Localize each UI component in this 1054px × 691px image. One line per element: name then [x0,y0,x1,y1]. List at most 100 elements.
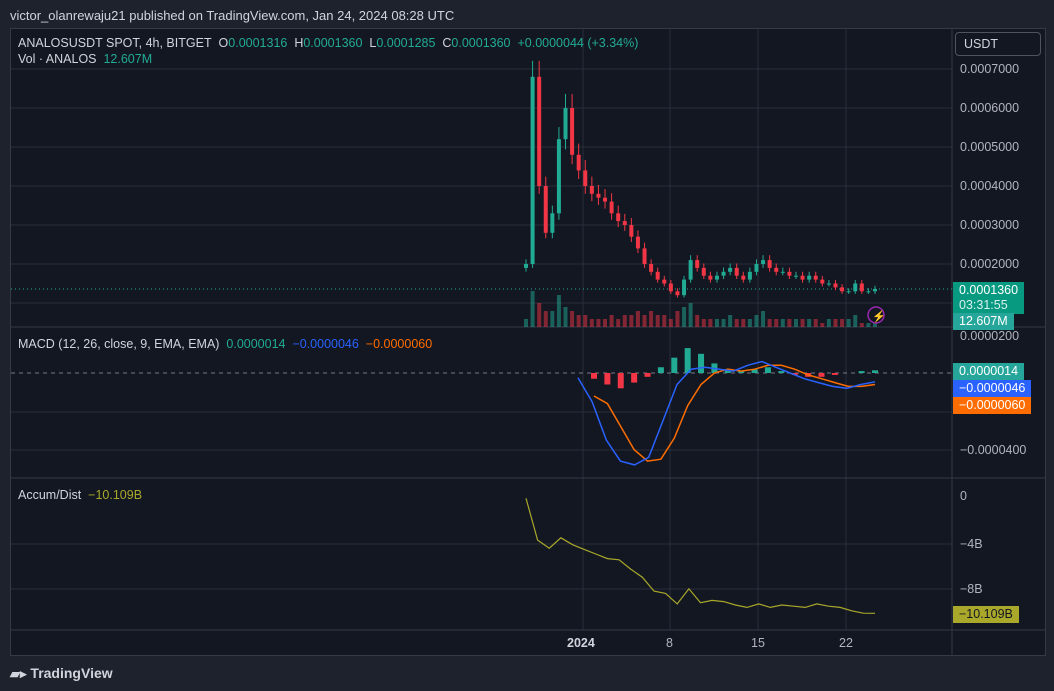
volume-bar [688,303,693,327]
candle-body [734,267,739,276]
macd-histogram-bar [818,373,825,377]
candle-body [873,288,877,292]
candle-body [576,154,581,171]
candle-body [813,275,818,280]
tradingview-logo[interactable]: ▰▸ TradingView [10,665,113,682]
candle-body [695,260,700,268]
ad-legend: Accum/Dist −10.109B [18,488,143,502]
macd-tick: 0.0000200 [960,329,1020,343]
main-legend: ANALOSUSDT SPOT, 4h, BITGET O0.0001316 H… [18,36,639,50]
volume-bar [609,315,614,327]
candle-body [767,260,772,268]
candle-body [675,291,680,296]
currency-button[interactable]: USDT [955,32,1041,56]
candle-body [668,283,673,292]
candle-body [596,193,601,198]
volume-bar [708,319,713,327]
macd-histogram-bar [872,370,878,373]
candle-body [859,283,864,292]
volume-bar [866,323,871,327]
price-tick: 0.0003000 [960,218,1020,232]
x-tick: 15 [751,636,765,650]
candle-body [524,264,528,268]
x-tick: 8 [666,636,673,650]
candle-body [655,271,660,280]
macd-histogram-bar [591,373,597,379]
macd-hist-tag: 0.0000014 [953,363,1025,380]
macd-histogram-bar [698,353,705,373]
candle-body [754,264,759,272]
volume-bar [603,319,608,327]
candle-body [530,76,535,264]
volume-bar [629,315,634,327]
x-tick: 2024 [567,636,595,650]
candle-body [635,236,640,249]
volume-bar [846,319,851,327]
volume-bar [668,319,673,327]
volume-legend: Vol · ANALOS 12.607M [18,52,153,66]
candle-body [853,283,858,292]
macd-histogram-bar [778,371,785,373]
volume-bar [550,311,555,327]
volume-bar [767,319,772,327]
candle-body [589,186,594,194]
candle-body [807,275,812,280]
volume-bar [530,291,535,327]
volume-bar [780,319,785,327]
volume-bar [537,303,542,327]
volume-bar [543,311,548,327]
gridlines [11,29,952,630]
candle-body [840,287,845,292]
volume-bar [675,311,680,327]
candle-body [761,260,766,264]
candle-body [747,271,752,280]
candle-body [583,170,588,186]
candle-body [846,291,851,293]
volume-bar [761,311,766,327]
volume-bar [721,319,726,327]
volume-bar [655,315,660,327]
candle-body [728,267,733,272]
lightning-glyph: ⚡ [872,310,886,323]
volume-bar [833,319,838,327]
candle-body [543,186,548,233]
volume-bar [596,319,601,327]
volume-bar [563,307,568,327]
candle-body [550,213,555,233]
volume-bar [695,315,700,327]
volume-bar [589,319,594,327]
candle-body [622,221,627,225]
candle-body [642,248,647,264]
volume-bar [576,315,581,327]
price-tick: 0.0004000 [960,179,1020,193]
volume-bar [642,315,647,327]
macd-legend: MACD (12, 26, close, 9, EMA, EMA) 0.0000… [18,337,433,351]
volume-bar [754,315,759,327]
candle-body [563,108,568,140]
candle-body [570,108,575,155]
volume-bar [807,319,812,327]
ad-tick: 0 [960,489,967,503]
macd-histogram-bar [604,373,611,385]
candle-body [537,76,542,186]
candle-body [820,279,825,284]
volume-bar [826,319,831,327]
volume-bar [556,295,561,327]
candle-body [629,225,634,237]
volume-bar [682,307,687,327]
volume-bar [570,311,575,327]
volume-bar [774,319,779,327]
volume-bar [662,315,667,327]
candle-body [787,271,792,276]
last-price-tag: 0.0001360 03:31:55 [953,282,1025,314]
candle-body [774,267,779,272]
volume-tag: 12.607M [953,313,1014,330]
macd-histogram-bar [764,367,771,373]
candle-body [866,291,871,293]
volume-bar [853,315,858,327]
volume-bar [820,323,825,327]
candle-body [609,201,614,214]
macd-histogram-bar [657,367,664,373]
volume-bar [524,319,528,327]
macd-tag: −0.0000046 [953,380,1032,397]
